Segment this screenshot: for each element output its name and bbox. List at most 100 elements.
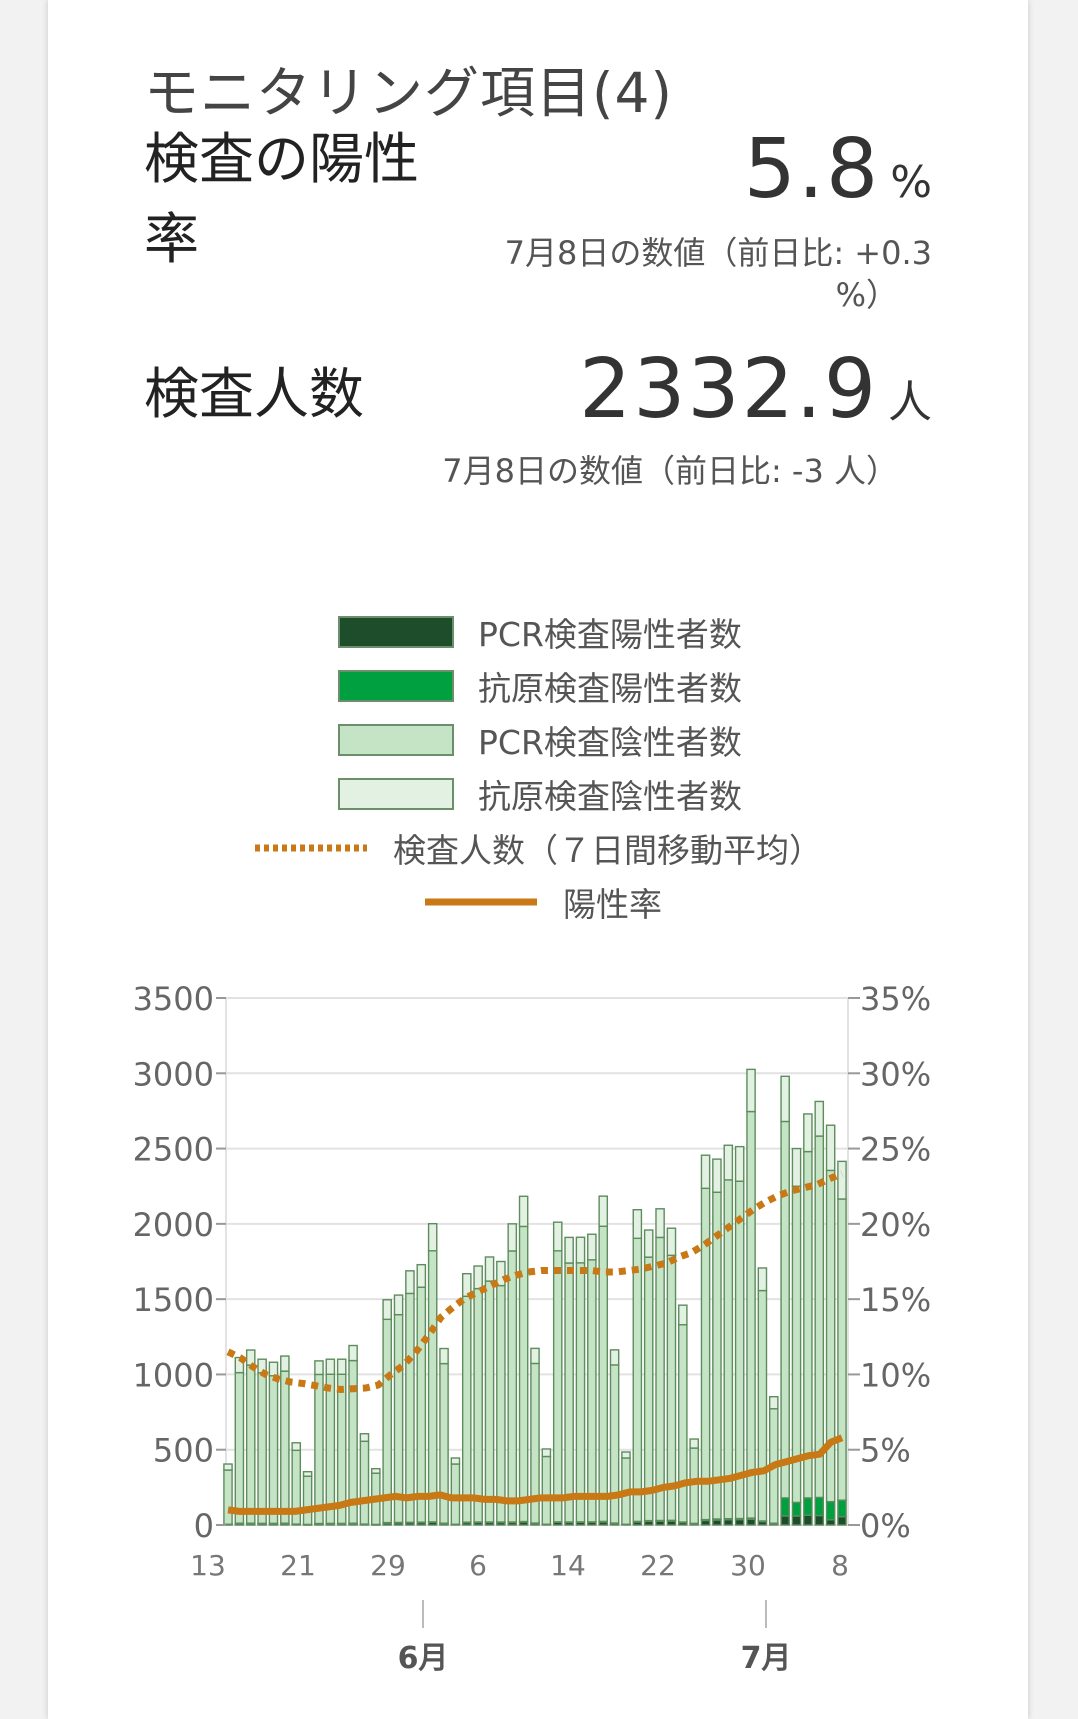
legend-dotted-line-swatch bbox=[255, 844, 367, 852]
bar-segment bbox=[825, 1124, 836, 1172]
bar-segment bbox=[734, 1518, 745, 1526]
bar-segment bbox=[484, 1280, 495, 1523]
bar-segment bbox=[678, 1324, 688, 1523]
bar-segment bbox=[814, 1100, 825, 1137]
bar-segment bbox=[768, 1396, 779, 1410]
legend-item-antigen-positive[interactable]: 抗原検査陽性者数 bbox=[338, 666, 742, 708]
bar-segment bbox=[223, 1463, 233, 1471]
bar-segment bbox=[552, 1250, 563, 1523]
bar-segment bbox=[518, 1195, 529, 1228]
bar-segment bbox=[814, 1514, 825, 1526]
bar-segment bbox=[473, 1265, 483, 1290]
bar-segment bbox=[814, 1135, 825, 1499]
legend-item-pcr-negative[interactable]: PCR検査陰性者数 bbox=[338, 720, 742, 762]
bar-segment bbox=[268, 1361, 279, 1377]
bar-segment bbox=[803, 1150, 813, 1499]
left-tick-label: 3000 bbox=[133, 1055, 214, 1093]
x-tick-label: 21 bbox=[280, 1549, 316, 1582]
bars bbox=[223, 1068, 847, 1526]
bar-segment bbox=[461, 1295, 472, 1523]
bar-segment bbox=[632, 1237, 643, 1523]
bar-segment bbox=[780, 1075, 790, 1123]
positive-rate-unit: % bbox=[890, 157, 932, 208]
bar-segment bbox=[530, 1347, 540, 1365]
stacked-bar-line-chart: 0 500 1000 1500 2000 2500 3000 3500 0% 5% 10% 15% 20… bbox=[133, 980, 932, 1676]
bar-segment bbox=[609, 1349, 620, 1366]
bar-segment bbox=[587, 1259, 597, 1523]
bar-segment bbox=[223, 1469, 233, 1525]
month-label: 7月 bbox=[741, 1641, 792, 1676]
bar-segment bbox=[439, 1347, 449, 1365]
bar-segment bbox=[632, 1209, 643, 1240]
bar-segment bbox=[280, 1370, 290, 1524]
bar-segment bbox=[655, 1208, 665, 1239]
bar-segment bbox=[791, 1501, 802, 1517]
left-tick-label: 1000 bbox=[133, 1356, 214, 1394]
legend-item-pcr-positive[interactable]: PCR検査陽性者数 bbox=[338, 612, 742, 654]
bar-segment bbox=[257, 1372, 267, 1525]
bar-segment bbox=[621, 1451, 631, 1459]
bar-segment bbox=[666, 1227, 677, 1257]
bar-segment bbox=[837, 1499, 847, 1518]
right-tick-label: 30% bbox=[860, 1055, 931, 1093]
x-tick-label: 6 bbox=[469, 1549, 487, 1582]
bar-segment bbox=[780, 1515, 790, 1526]
legend-swatch bbox=[338, 616, 454, 648]
legend-item-moving-average[interactable]: 検査人数（７日間移動平均） bbox=[253, 828, 822, 870]
legend-item-antigen-negative[interactable]: 抗原検査陰性者数 bbox=[338, 774, 742, 816]
bar-segment bbox=[245, 1364, 256, 1524]
left-tick-label: 0 bbox=[194, 1507, 214, 1545]
left-tick-label: 2500 bbox=[133, 1131, 214, 1169]
legend-swatch bbox=[338, 778, 454, 810]
legend-label: 抗原検査陽性者数 bbox=[478, 669, 742, 708]
bar-segment bbox=[780, 1120, 790, 1499]
legend-label: 検査人数（７日間移動平均） bbox=[393, 831, 822, 870]
bar-segment bbox=[678, 1304, 688, 1326]
test-count-unit: 人 bbox=[888, 377, 932, 428]
month-label: 6月 bbox=[398, 1641, 449, 1676]
bar-segment bbox=[757, 1267, 768, 1292]
bar-segment bbox=[723, 1144, 734, 1181]
test-count-number: 2332.9 bbox=[579, 342, 878, 437]
legend-item-positive-rate[interactable]: 陽性率 bbox=[423, 882, 662, 924]
bar-segment bbox=[450, 1463, 461, 1525]
monitoring-card: モニタリング項目(4) 検査の陽性 率 5.8% 7月8日の数値（前日比: +0… bbox=[48, 0, 1028, 1719]
test-count-note: 7月8日の数値（前日比: -3 人） bbox=[442, 452, 898, 490]
bar-segment bbox=[291, 1442, 302, 1452]
right-tick-label: 10% bbox=[860, 1356, 931, 1394]
bar-segment bbox=[791, 1515, 802, 1526]
positive-rate-label-line1: 検査の陽性 bbox=[144, 127, 420, 191]
right-tick-label: 15% bbox=[860, 1281, 931, 1319]
bar-segment bbox=[416, 1263, 427, 1288]
bar-segment bbox=[507, 1223, 518, 1252]
left-tick-label: 2000 bbox=[133, 1206, 214, 1244]
x-tick-label: 8 bbox=[831, 1549, 849, 1582]
bar-segment bbox=[746, 1068, 756, 1113]
test-count-label: 検査人数 bbox=[144, 362, 365, 426]
x-tick-label: 14 bbox=[550, 1549, 586, 1582]
bar-segment bbox=[325, 1358, 336, 1375]
bar-segment bbox=[302, 1475, 313, 1526]
bar-segment bbox=[382, 1318, 392, 1524]
bar-segment bbox=[689, 1438, 699, 1449]
bar-segment bbox=[803, 1113, 813, 1153]
bar-segment bbox=[712, 1191, 722, 1520]
bar-segment bbox=[666, 1254, 677, 1522]
bar-segment bbox=[825, 1169, 836, 1503]
bar-segment bbox=[268, 1375, 279, 1525]
positive-rate-number: 5.8 bbox=[743, 122, 881, 217]
bar-segment bbox=[496, 1260, 506, 1287]
bar-segment bbox=[314, 1360, 324, 1376]
bar-segment bbox=[541, 1455, 552, 1525]
bar-segment bbox=[473, 1287, 483, 1523]
bar-segment bbox=[734, 1145, 745, 1182]
right-tick-label: 25% bbox=[860, 1131, 931, 1169]
bar-segment bbox=[348, 1344, 358, 1362]
bar-segment bbox=[302, 1470, 313, 1477]
right-tick-label: 0% bbox=[860, 1507, 911, 1545]
bar-segment bbox=[280, 1355, 290, 1372]
x-tick-label: 29 bbox=[370, 1549, 406, 1582]
bar-segment bbox=[791, 1147, 802, 1187]
bar-segment bbox=[541, 1448, 552, 1458]
left-tick-label: 3500 bbox=[133, 980, 214, 1018]
